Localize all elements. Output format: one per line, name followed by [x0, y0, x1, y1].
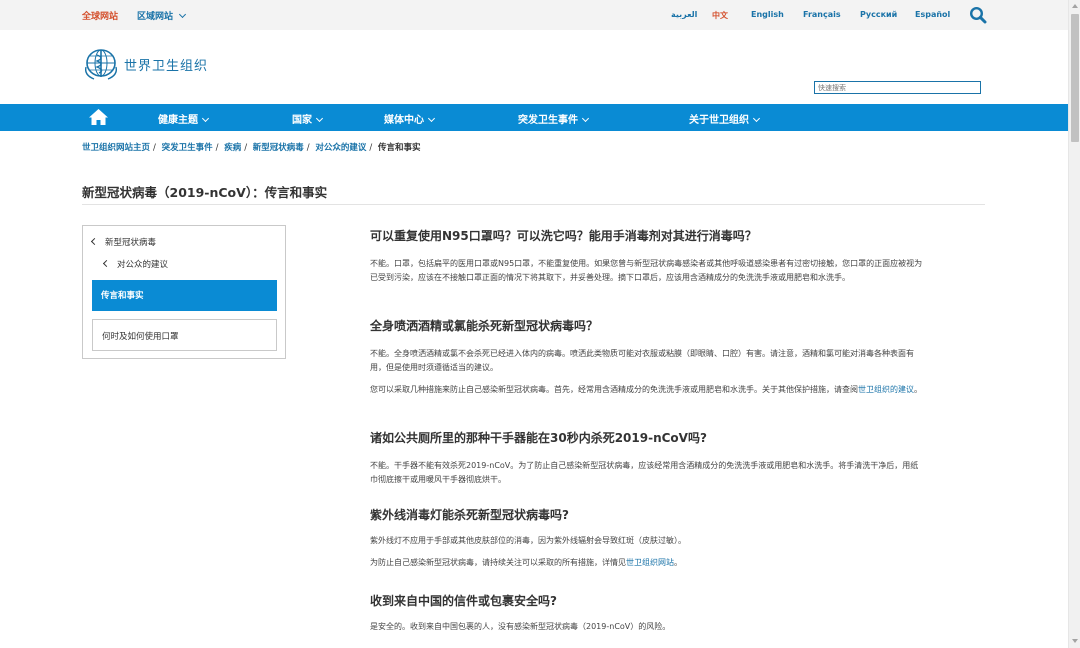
- search-icon[interactable]: [969, 6, 987, 24]
- faq-item: 收到来自中国的信件或包裹安全吗? 是安全的。收到来自中国包裹的人，没有感染新型冠…: [370, 592, 926, 634]
- sidebar-item-label: 对公众的建议: [117, 260, 169, 270]
- lang-arabic[interactable]: العربية: [671, 10, 697, 19]
- lang-spanish[interactable]: Español: [915, 10, 950, 19]
- breadcrumb-link-public-advice[interactable]: 对公众的建议: [315, 143, 366, 153]
- home-icon[interactable]: [88, 108, 109, 126]
- faq-answer: 紫外线灯不应用于手部或其他皮肤部位的消毒，因为紫外线辐射会导致红斑（皮肤过敏）。: [370, 536, 686, 545]
- chevron-down-icon: [581, 114, 590, 123]
- chevron-down-icon: [178, 10, 187, 19]
- sidebar-nav: 新型冠状病毒 对公众的建议 传言和事实 何时及如何使用口罩: [82, 225, 286, 359]
- page-title: 新型冠状病毒（2019-nCoV）：传言和事实: [82, 185, 328, 200]
- who-website-link[interactable]: 世卫组织网站: [626, 558, 674, 567]
- faq-answer: 是安全的。收到来自中国包裹的人，没有感染新型冠状病毒（2019-nCoV）的风险…: [370, 622, 671, 631]
- nav-health-topics[interactable]: 健康主题: [158, 111, 210, 126]
- nav-media-centre[interactable]: 媒体中心: [384, 111, 436, 126]
- nav-label: 媒体中心: [384, 115, 424, 126]
- global-site-link[interactable]: 全球网站: [82, 9, 118, 22]
- chevron-down-icon: [427, 114, 436, 123]
- page-scrollbar[interactable]: [1068, 0, 1080, 648]
- faq-answer: 不能。全身喷洒酒精或氯不会杀死已经进入体内的病毒。喷洒此类物质可能对衣服或粘膜（…: [370, 349, 914, 372]
- chevron-down-icon: [752, 114, 761, 123]
- sidebar-item-public-advice[interactable]: 对公众的建议: [102, 258, 169, 270]
- lang-french[interactable]: Français: [803, 10, 841, 19]
- faq-question: 诸如公共厕所里的那种干手器能在30秒内杀死2019-nCoV吗?: [370, 431, 707, 445]
- nav-label: 健康主题: [158, 115, 198, 126]
- chevron-left-icon: [90, 237, 99, 246]
- faq-item: 全身喷洒酒精或氯能杀死新型冠状病毒吗？ 不能。全身喷洒酒精或氯不会杀死已经进入体…: [370, 317, 926, 397]
- utility-bar: 全球网站 区域网站 العربية 中文 English Français Ру…: [0, 0, 1068, 30]
- lang-english[interactable]: English: [751, 10, 784, 19]
- faq-answer: 不能。干手器不能有效杀死2019-nCoV。为了防止自己感染新型冠状病毒，应该经…: [370, 461, 919, 484]
- faq-question: 可以重复使用N95口罩吗？可以洗它吗？能用手消毒剂对其进行消毒吗？: [370, 229, 757, 243]
- chevron-down-icon: [201, 114, 210, 123]
- sidebar-item-ncov[interactable]: 新型冠状病毒: [90, 236, 157, 248]
- breadcrumb-link-home[interactable]: 世卫组织网站主页: [82, 143, 150, 153]
- faq-question: 全身喷洒酒精或氯能杀死新型冠状病毒吗？: [370, 319, 599, 333]
- nav-label: 突发卫生事件: [518, 115, 578, 126]
- chevron-left-icon: [102, 259, 111, 268]
- scroll-up-arrow-icon[interactable]: [1072, 4, 1078, 8]
- faq-question: 收到来自中国的信件或包裹安全吗?: [370, 594, 557, 608]
- breadcrumb: 世卫组织网站主页 / 突发卫生事件 / 疾病 / 新型冠状病毒 / 对公众的建议 / 传言…: [82, 143, 421, 153]
- faq-item: 诸如公共厕所里的那种干手器能在30秒内杀死2019-nCoV吗? 不能。干手器不…: [370, 429, 926, 487]
- faq-answer: 不能。口罩，包括扁平的医用口罩或N95口罩，不能重复使用。如果您曾与新型冠状病毒…: [370, 259, 923, 282]
- lang-chinese[interactable]: 中文: [712, 10, 728, 21]
- sidebar-item-label: 新型冠状病毒: [105, 238, 157, 248]
- who-advice-link[interactable]: 世卫组织的建议: [858, 385, 914, 394]
- sidebar-item-masks[interactable]: 何时及如何使用口罩: [92, 319, 277, 351]
- faq-answer-more: 为防止自己感染新型冠状病毒，请持续关注可以采取的所有措施，详情见世卫组织网站。: [370, 558, 682, 567]
- nav-label: 国家: [292, 115, 312, 126]
- faq-question: 紫外线消毒灯能杀死新型冠状病毒吗?: [370, 508, 569, 522]
- nav-about-who[interactable]: 关于世卫组织: [689, 111, 761, 126]
- regional-sites-dropdown[interactable]: 区域网站: [137, 9, 187, 22]
- nav-emergencies[interactable]: 突发卫生事件: [518, 111, 590, 126]
- breadcrumb-current: 传言和事实: [377, 143, 421, 153]
- sidebar-item-myths[interactable]: 传言和事实: [92, 280, 277, 311]
- nav-label: 关于世卫组织: [689, 115, 749, 126]
- chevron-down-icon: [315, 114, 324, 123]
- faq-answer-more: 您可以采取几种措施来防止自己感染新型冠状病毒。首先，经常用含酒精成分的免洗洗手液…: [370, 385, 922, 394]
- main-nav: 健康主题 国家 媒体中心 突发卫生事件 关于世卫组织: [0, 104, 1068, 131]
- nav-countries[interactable]: 国家: [292, 111, 324, 126]
- regional-sites-label: 区域网站: [137, 12, 174, 22]
- scrollbar-thumb[interactable]: [1071, 14, 1079, 142]
- faq-item: 紫外线消毒灯能杀死新型冠状病毒吗? 紫外线灯不应用于手部或其他皮肤部位的消毒，因…: [370, 506, 926, 570]
- site-header: 世界卫生组织: [0, 30, 1068, 104]
- scroll-down-arrow-icon[interactable]: [1072, 639, 1078, 643]
- site-logo-text[interactable]: 世界卫生组织: [124, 55, 208, 74]
- divider: [82, 204, 985, 205]
- who-emblem-icon[interactable]: [82, 47, 120, 81]
- breadcrumb-link-ncov[interactable]: 新型冠状病毒: [253, 143, 304, 153]
- breadcrumb-link-diseases[interactable]: 疾病: [224, 143, 241, 153]
- breadcrumb-link-emergencies[interactable]: 突发卫生事件: [162, 143, 213, 153]
- quick-search-input[interactable]: [814, 81, 981, 94]
- lang-russian[interactable]: Русский: [860, 10, 897, 19]
- faq-item: 可以重复使用N95口罩吗？可以洗它吗？能用手消毒剂对其进行消毒吗？ 不能。口罩，…: [370, 227, 926, 285]
